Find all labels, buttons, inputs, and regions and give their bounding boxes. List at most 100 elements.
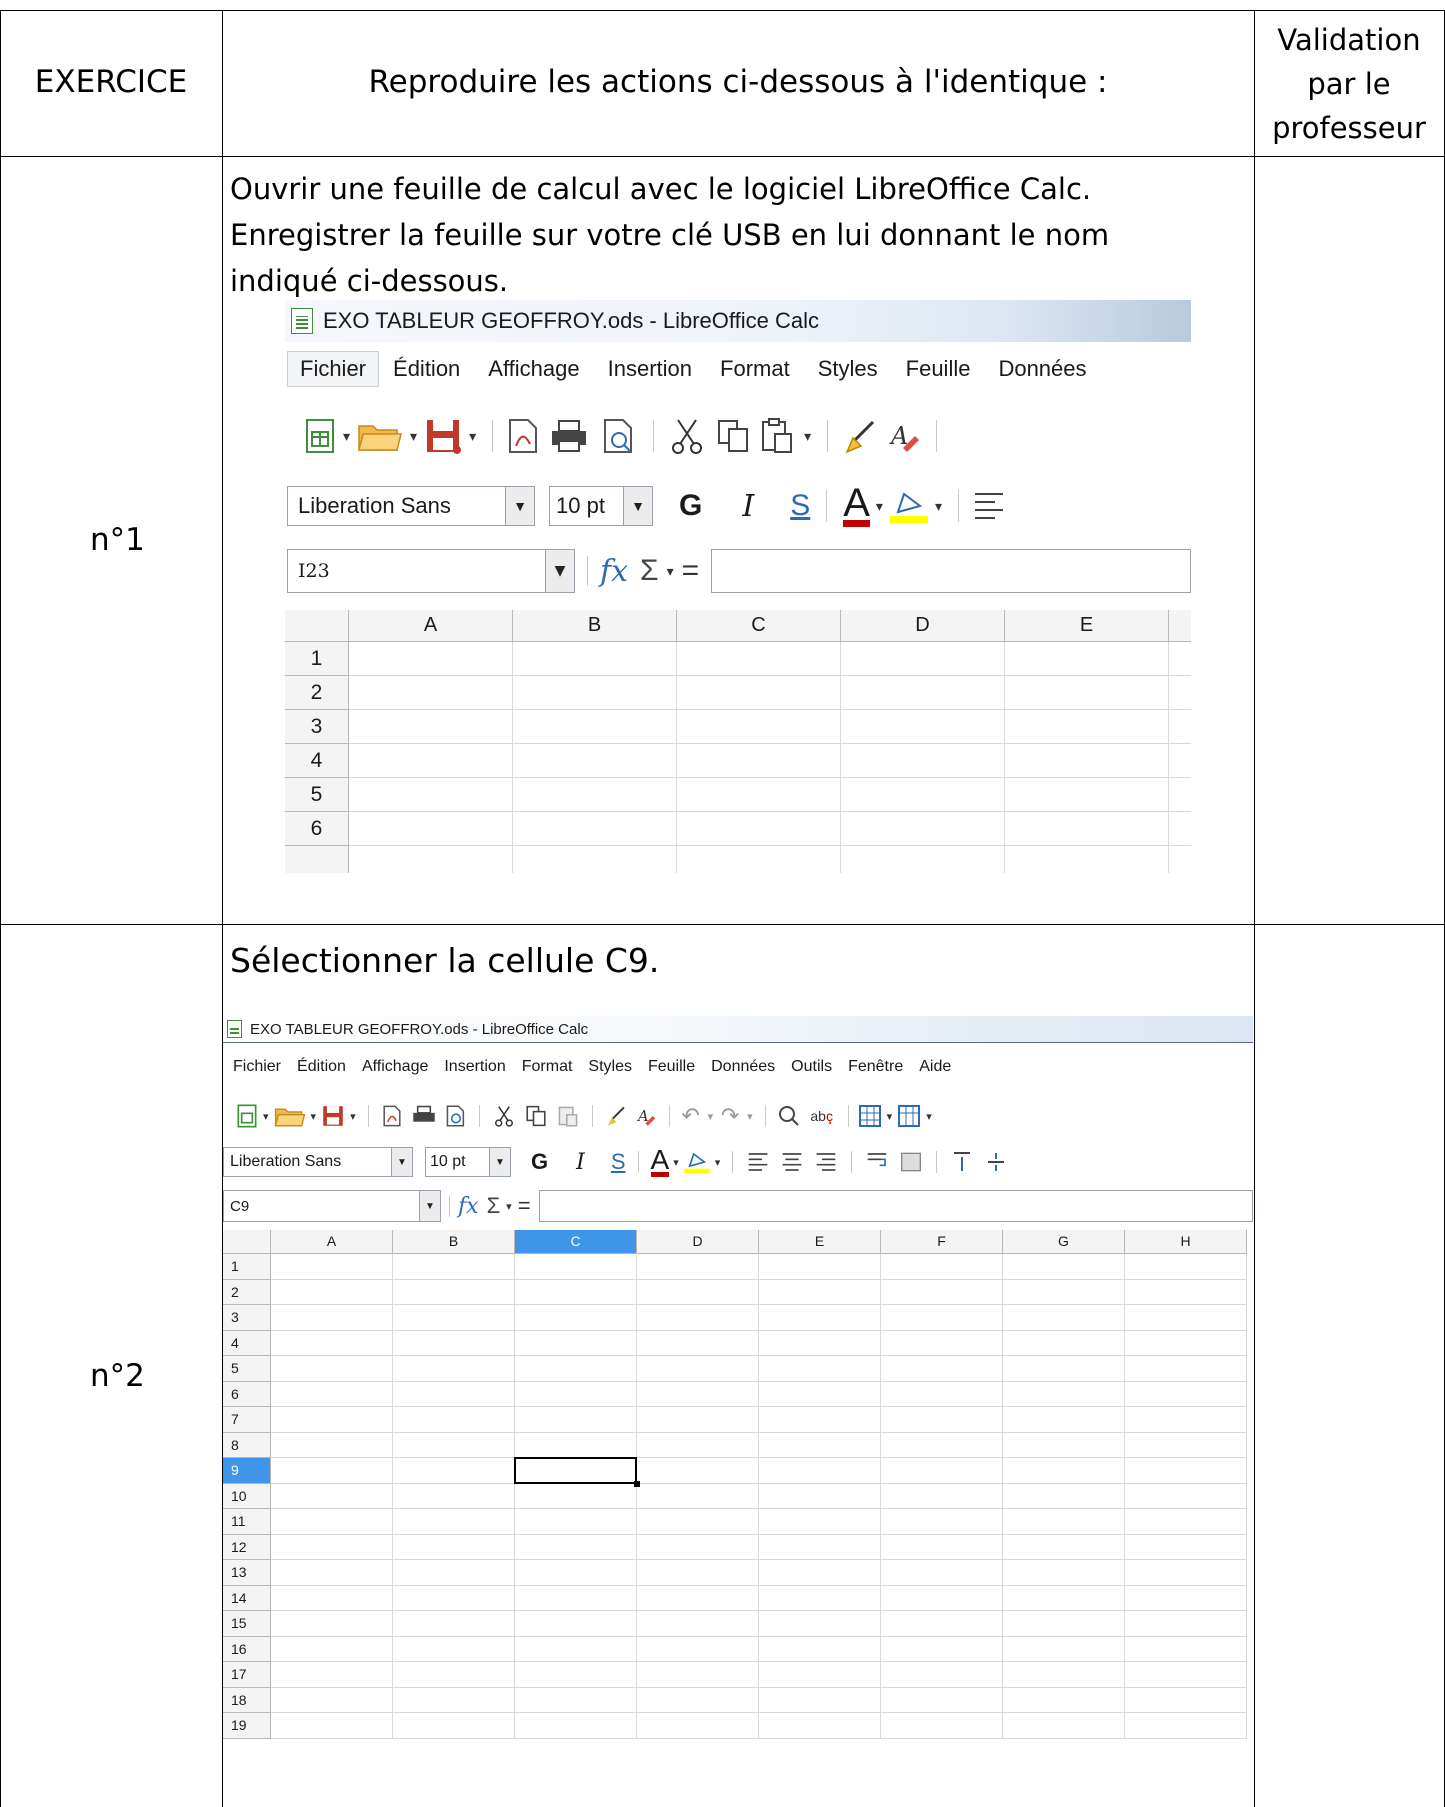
clone-format-icon[interactable]: [601, 1105, 631, 1127]
new-icon[interactable]: [235, 1104, 259, 1128]
formula-input[interactable]: [711, 549, 1191, 593]
row-header[interactable]: 1: [285, 642, 349, 676]
menu-format[interactable]: Format: [706, 352, 804, 386]
font-color-icon[interactable]: A: [650, 1145, 670, 1177]
column-header[interactable]: D: [841, 610, 1005, 642]
font-size-box[interactable]: 10 pt ▼: [549, 486, 653, 526]
cut-icon[interactable]: [664, 418, 710, 454]
menu-edition[interactable]: Édition: [289, 1056, 354, 1078]
chevron-down-icon[interactable]: ▾: [506, 1200, 512, 1213]
menu-affichage[interactable]: Affichage: [474, 352, 593, 386]
row-header-partial[interactable]: [285, 846, 349, 873]
chevron-down-icon[interactable]: ▾: [926, 1110, 932, 1123]
align-right-icon[interactable]: [809, 1152, 843, 1172]
column-header[interactable]: G: [1003, 1230, 1125, 1254]
open-folder-icon[interactable]: [273, 1105, 307, 1127]
row-header[interactable]: 6: [285, 812, 349, 846]
chevron-down-icon[interactable]: ▼: [623, 487, 652, 525]
row-header[interactable]: 16: [223, 1636, 271, 1662]
chevron-down-icon[interactable]: ▾: [804, 428, 811, 445]
column-header[interactable]: C: [677, 610, 841, 642]
chevron-down-icon[interactable]: ▾: [673, 1156, 679, 1169]
menu-donnees[interactable]: Données: [984, 352, 1100, 386]
row-header[interactable]: 18: [223, 1687, 271, 1713]
chevron-down-icon[interactable]: ▾: [350, 1110, 356, 1123]
row-header[interactable]: 4: [223, 1330, 271, 1356]
align-middle-icon[interactable]: [979, 1151, 1013, 1173]
corner-cell[interactable]: [285, 610, 349, 642]
print-preview-icon[interactable]: [595, 418, 643, 454]
clear-format-icon[interactable]: A: [882, 418, 926, 454]
underline-button[interactable]: S: [611, 1149, 626, 1175]
clear-format-icon[interactable]: A: [631, 1105, 661, 1127]
export-pdf-icon[interactable]: [377, 1105, 407, 1127]
row-header[interactable]: 13: [223, 1560, 271, 1586]
function-wizard-icon[interactable]: fx: [600, 554, 628, 589]
export-pdf-icon[interactable]: [503, 418, 543, 454]
underline-button[interactable]: S: [790, 489, 810, 523]
row-header[interactable]: 3: [285, 710, 349, 744]
chevron-down-icon[interactable]: ▾: [708, 1110, 714, 1123]
name-box[interactable]: C9 ▼: [223, 1190, 441, 1222]
align-icon[interactable]: [969, 491, 1009, 521]
print-preview-icon[interactable]: [441, 1105, 471, 1127]
row-header[interactable]: 15: [223, 1611, 271, 1637]
chevron-down-icon[interactable]: ▼: [391, 1148, 412, 1176]
selected-cell-cursor[interactable]: [514, 1457, 637, 1484]
column-header[interactable]: B: [393, 1230, 515, 1254]
chevron-down-icon[interactable]: ▾: [747, 1110, 753, 1123]
row-header[interactable]: 8: [223, 1432, 271, 1458]
undo-icon[interactable]: ↶: [678, 1103, 704, 1129]
table-icon[interactable]: [857, 1105, 883, 1127]
chevron-down-icon[interactable]: ▾: [263, 1110, 269, 1123]
save-icon[interactable]: [320, 1105, 346, 1127]
font-name-box[interactable]: Liberation Sans ▼: [223, 1147, 413, 1177]
merge-cells-icon[interactable]: [894, 1152, 928, 1172]
bold-button[interactable]: G: [531, 1149, 548, 1175]
name-box[interactable]: I23 ▼: [287, 549, 575, 593]
open-folder-icon[interactable]: [356, 417, 404, 455]
menu-fichier[interactable]: Fichier: [223, 1056, 289, 1078]
function-wizard-icon[interactable]: fx: [458, 1194, 479, 1219]
sum-icon[interactable]: Σ: [640, 554, 659, 588]
row-header[interactable]: 9: [223, 1458, 271, 1484]
chevron-down-icon[interactable]: ▾: [410, 428, 417, 445]
column-header[interactable]: A: [349, 610, 513, 642]
row-header[interactable]: 4: [285, 744, 349, 778]
fill-handle[interactable]: [634, 1480, 640, 1487]
spreadsheet-grid[interactable]: A B C D E 1 2 3 4 5 6: [285, 610, 1191, 873]
row-header[interactable]: 2: [285, 676, 349, 710]
align-left-icon[interactable]: [741, 1152, 775, 1172]
row-header[interactable]: 6: [223, 1381, 271, 1407]
chevron-down-icon[interactable]: ▼: [505, 487, 534, 525]
highlight-icon[interactable]: [683, 1150, 711, 1174]
cut-icon[interactable]: [488, 1105, 520, 1127]
formula-icon[interactable]: =: [518, 1193, 531, 1219]
menu-insertion[interactable]: Insertion: [436, 1056, 513, 1078]
menu-aide[interactable]: Aide: [911, 1056, 959, 1078]
sum-icon[interactable]: Σ: [487, 1193, 501, 1219]
menu-edition[interactable]: Édition: [379, 352, 474, 386]
menu-outils[interactable]: Outils: [783, 1056, 840, 1078]
menu-format[interactable]: Format: [514, 1056, 581, 1078]
menu-feuille[interactable]: Feuille: [892, 352, 985, 386]
chevron-down-icon[interactable]: ▾: [343, 428, 350, 445]
copy-icon[interactable]: [520, 1105, 552, 1127]
chevron-down-icon[interactable]: ▾: [715, 1156, 721, 1169]
redo-icon[interactable]: ↷: [717, 1103, 743, 1129]
bold-button[interactable]: G: [679, 489, 702, 523]
row-header[interactable]: 1: [223, 1254, 271, 1280]
menu-fichier[interactable]: Fichier: [287, 351, 380, 387]
column-header[interactable]: E: [1005, 610, 1169, 642]
find-replace-icon[interactable]: [774, 1105, 804, 1127]
column-header[interactable]: F: [881, 1230, 1003, 1254]
print-icon[interactable]: [407, 1105, 441, 1127]
font-name-box[interactable]: Liberation Sans ▼: [287, 486, 535, 526]
row-header[interactable]: 11: [223, 1509, 271, 1535]
chevron-down-icon[interactable]: ▼: [545, 550, 574, 592]
column-header[interactable]: E: [759, 1230, 881, 1254]
italic-button[interactable]: I: [742, 489, 754, 524]
formula-icon[interactable]: =: [682, 554, 700, 588]
corner-cell[interactable]: [223, 1230, 271, 1254]
spreadsheet-grid[interactable]: A B C D E F G H 1 2 3 4 5 6 7 8 9 10 11 12 13 14 15 16 17 18 19: [223, 1230, 1253, 1754]
